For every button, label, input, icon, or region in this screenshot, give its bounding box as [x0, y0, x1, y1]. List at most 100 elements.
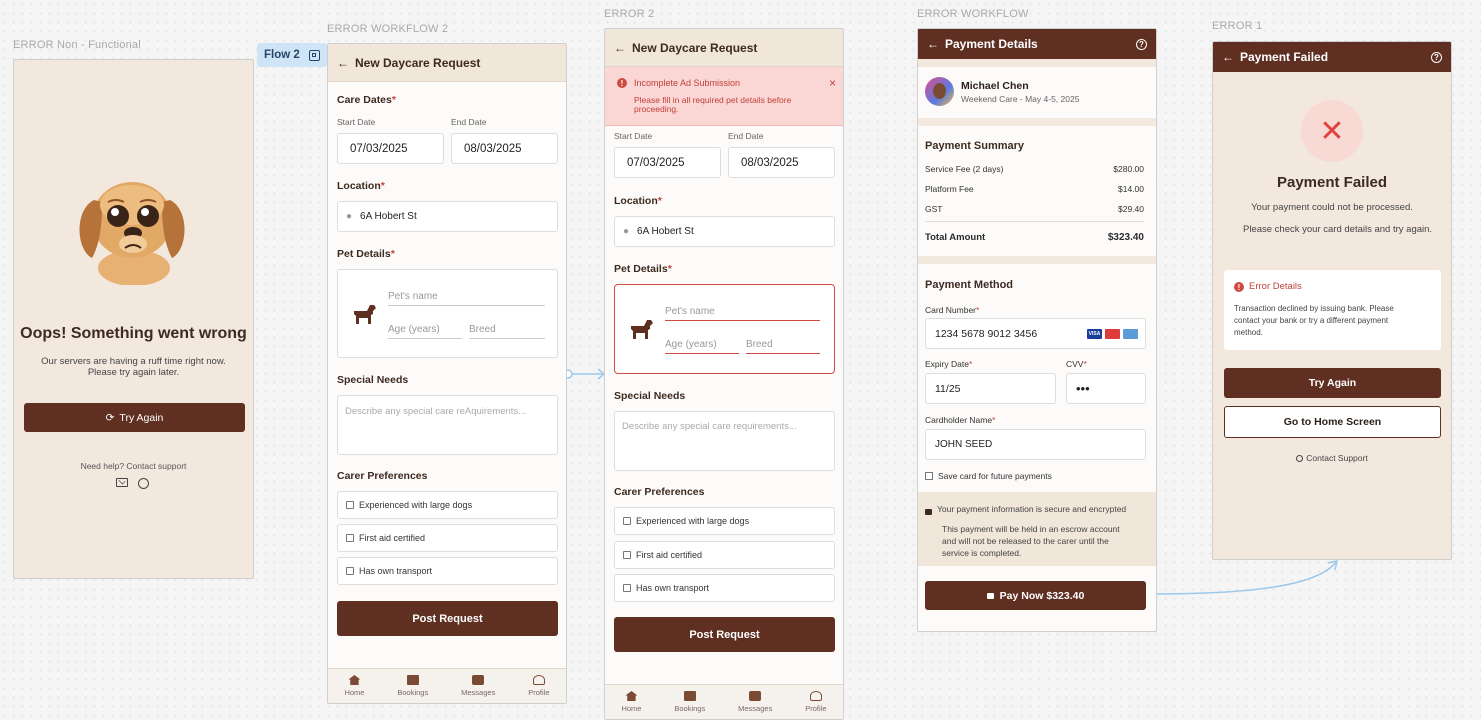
cardholder-field[interactable]: JOHN SEED	[925, 429, 1146, 460]
pay-now-button[interactable]: Pay Now $323.40	[925, 581, 1146, 610]
pref-first-aid-checkbox[interactable]: First aid certified	[337, 524, 558, 552]
divider	[925, 221, 1144, 222]
nav-bookings[interactable]: Bookings	[674, 691, 705, 713]
lock-icon	[925, 509, 932, 515]
error-details-line: contact your bank or try a different pay…	[1234, 316, 1389, 325]
special-needs-label: Special Needs	[337, 374, 409, 386]
refresh-icon: ⟳	[105, 411, 115, 424]
pref-first-aid-checkbox[interactable]: First aid certified	[614, 541, 835, 569]
pet-age-input[interactable]: Age (years)	[665, 339, 739, 354]
try-again-button[interactable]: Try Again	[1224, 368, 1441, 398]
new-daycare-request-error-screen: ← New Daycare Request ! Incomplete Ad Su…	[604, 28, 844, 720]
service-fee-label: Service Fee (2 days)	[925, 164, 1004, 174]
try-again-button[interactable]: ⟳ Try Again	[24, 403, 245, 432]
user-icon	[532, 675, 545, 685]
try-again-label: Try Again	[119, 411, 164, 424]
nav-profile[interactable]: Profile	[805, 691, 827, 713]
alert-message-line: proceeding.	[634, 104, 679, 114]
expiry-field[interactable]: 11/25	[925, 373, 1056, 404]
back-arrow-icon[interactable]: ←	[614, 41, 626, 55]
post-request-button[interactable]: Post Request	[614, 617, 835, 652]
mail-icon[interactable]	[116, 477, 128, 487]
location-pin-icon: ●	[346, 211, 353, 222]
flow-tag[interactable]: Flow 2	[257, 43, 327, 67]
alert-icon: !	[617, 78, 627, 88]
nav-bookings[interactable]: Bookings	[397, 675, 428, 697]
sad-puppy-illustration	[79, 182, 185, 285]
secure-text: Your payment information is secure and e…	[937, 504, 1127, 514]
start-date-field[interactable]: 07/03/2025	[614, 147, 721, 178]
pet-name-input[interactable]: Pet's name	[665, 306, 820, 321]
error-message-line: Our servers are having a ruff time right…	[41, 356, 226, 367]
back-arrow-icon[interactable]: ←	[927, 37, 939, 51]
pref-transport-checkbox[interactable]: Has own transport	[337, 557, 558, 585]
headset-icon[interactable]	[138, 478, 149, 489]
app-header: ← Payment Details ?	[918, 29, 1156, 59]
nav-home[interactable]: Home	[344, 675, 364, 697]
help-icon[interactable]: ?	[1431, 51, 1442, 63]
special-needs-textarea[interactable]: Describe any special care reAquirements.…	[337, 395, 558, 455]
end-date-label: End Date	[728, 131, 764, 141]
contact-support-label: Contact Support	[1306, 453, 1368, 463]
card-number-field[interactable]: 1234 5678 9012 3456 VISA	[925, 318, 1146, 349]
frame-label: ERROR Non - Functional	[13, 39, 141, 51]
cvv-field[interactable]: •••	[1066, 373, 1146, 404]
location-field[interactable]: ● 6A Hobert St	[337, 201, 558, 232]
pet-breed-input[interactable]: Breed	[469, 324, 545, 339]
frame-label: ERROR WORKFLOW 2	[327, 23, 449, 35]
help-icon[interactable]: ?	[1136, 38, 1147, 50]
nav-messages[interactable]: Messages	[738, 691, 772, 713]
pet-name-input[interactable]: Pet's name	[388, 291, 545, 306]
nav-profile[interactable]: Profile	[528, 675, 550, 697]
error-details-line: method.	[1234, 328, 1263, 337]
pet-age-input[interactable]: Age (years)	[388, 324, 462, 339]
payment-summary-title: Payment Summary	[925, 140, 1025, 152]
contact-support-link[interactable]: Contact Support	[1213, 453, 1451, 463]
close-icon[interactable]: ×	[829, 76, 836, 90]
save-card-checkbox[interactable]: Save card for future payments	[925, 471, 1052, 481]
error-title: Oops! Something went wrong	[20, 325, 247, 342]
alert-title: Incomplete Ad Submission	[634, 78, 741, 88]
cvv-label: CVV*	[1066, 359, 1087, 369]
start-date-field[interactable]: 07/03/2025	[337, 133, 444, 164]
platform-fee-value: $14.00	[1118, 184, 1144, 194]
alert-icon: !	[1234, 282, 1244, 292]
dog-icon	[631, 320, 653, 339]
back-arrow-icon[interactable]: ←	[1222, 50, 1234, 64]
escrow-text-line: service is completed.	[942, 548, 1022, 558]
special-needs-textarea[interactable]: Describe any special care requirements..…	[614, 411, 835, 471]
go-home-button[interactable]: Go to Home Screen	[1224, 406, 1441, 438]
post-request-button[interactable]: Post Request	[337, 601, 558, 636]
gst-value: $29.40	[1118, 204, 1144, 214]
back-arrow-icon[interactable]: ←	[337, 56, 349, 70]
pref-large-dogs-checkbox[interactable]: Experienced with large dogs	[337, 491, 558, 519]
end-date-field[interactable]: 08/03/2025	[728, 147, 835, 178]
visa-icon: VISA	[1087, 328, 1102, 339]
bottom-nav: Home Bookings Messages Profile	[328, 668, 566, 703]
header-title: Payment Failed	[1240, 50, 1329, 64]
support-icons	[116, 477, 149, 489]
chat-icon	[472, 675, 485, 685]
dog-icon	[354, 305, 376, 324]
divider	[918, 59, 1156, 67]
location-pin-icon: ●	[623, 226, 630, 237]
special-needs-label: Special Needs	[614, 390, 686, 402]
location-field[interactable]: ● 6A Hobert St	[614, 216, 835, 247]
frame-label: ERROR WORKFLOW	[917, 8, 1029, 20]
divider	[918, 256, 1156, 264]
frame-label: ERROR 1	[1212, 20, 1263, 32]
gst-label: GST	[925, 204, 943, 214]
nav-home[interactable]: Home	[621, 691, 641, 713]
error-details-line: Transaction declined by issuing bank. Pl…	[1234, 304, 1394, 313]
app-header: ← Payment Failed ?	[1213, 42, 1451, 72]
pref-large-dogs-checkbox[interactable]: Experienced with large dogs	[614, 507, 835, 535]
pref-transport-checkbox[interactable]: Has own transport	[614, 574, 835, 602]
pet-breed-input[interactable]: Breed	[746, 339, 820, 354]
platform-fee-label: Platform Fee	[925, 184, 974, 194]
error-screen-server: Oops! Something went wrong Our servers a…	[13, 59, 254, 579]
end-date-field[interactable]: 08/03/2025	[451, 133, 558, 164]
divider	[918, 118, 1156, 126]
nav-messages[interactable]: Messages	[461, 675, 495, 697]
location-value: 6A Hobert St	[360, 211, 417, 222]
user-icon	[809, 691, 822, 701]
